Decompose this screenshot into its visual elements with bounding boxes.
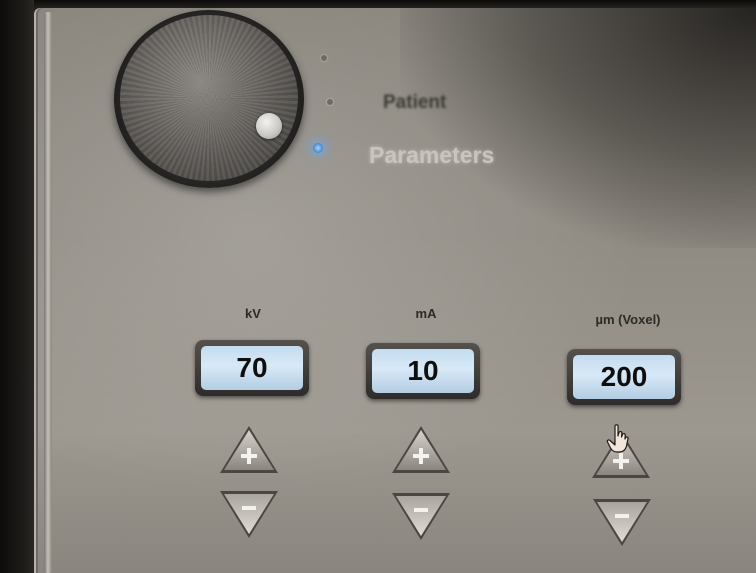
- voxel-label: µm (Voxel): [595, 312, 661, 327]
- ma-increase-button[interactable]: [389, 423, 453, 477]
- mode-dial[interactable]: [120, 15, 298, 181]
- kv-value: 70: [201, 346, 303, 390]
- kv-label: kV: [245, 306, 261, 321]
- ma-display: 10: [366, 343, 480, 399]
- bezel-left: [0, 0, 34, 573]
- minus-icon: [220, 491, 278, 538]
- plus-icon: [392, 426, 450, 473]
- led-indicator-parameters: [313, 143, 323, 153]
- minus-icon: [392, 493, 450, 540]
- hand-pointer-icon: [606, 424, 630, 454]
- plus-icon: [220, 426, 278, 473]
- kv-increase-button[interactable]: [217, 423, 281, 477]
- kv-decrease-button[interactable]: [217, 488, 281, 542]
- ma-label: mA: [415, 306, 437, 321]
- ma-value: 10: [372, 349, 474, 393]
- voxel-display: 200: [567, 349, 681, 405]
- voxel-value: 200: [573, 355, 675, 399]
- voxel-decrease-button[interactable]: [590, 496, 654, 550]
- mode-label-parameters[interactable]: Parameters: [369, 142, 494, 169]
- ma-decrease-button[interactable]: [389, 490, 453, 544]
- led-indicator-1: [321, 55, 327, 61]
- mode-label-patient[interactable]: Patient: [383, 92, 446, 114]
- led-indicator-patient: [327, 99, 333, 105]
- dial-icon[interactable]: [256, 113, 282, 139]
- kv-display: 70: [195, 340, 309, 396]
- minus-icon: [593, 499, 651, 546]
- panel-edge: [44, 12, 52, 573]
